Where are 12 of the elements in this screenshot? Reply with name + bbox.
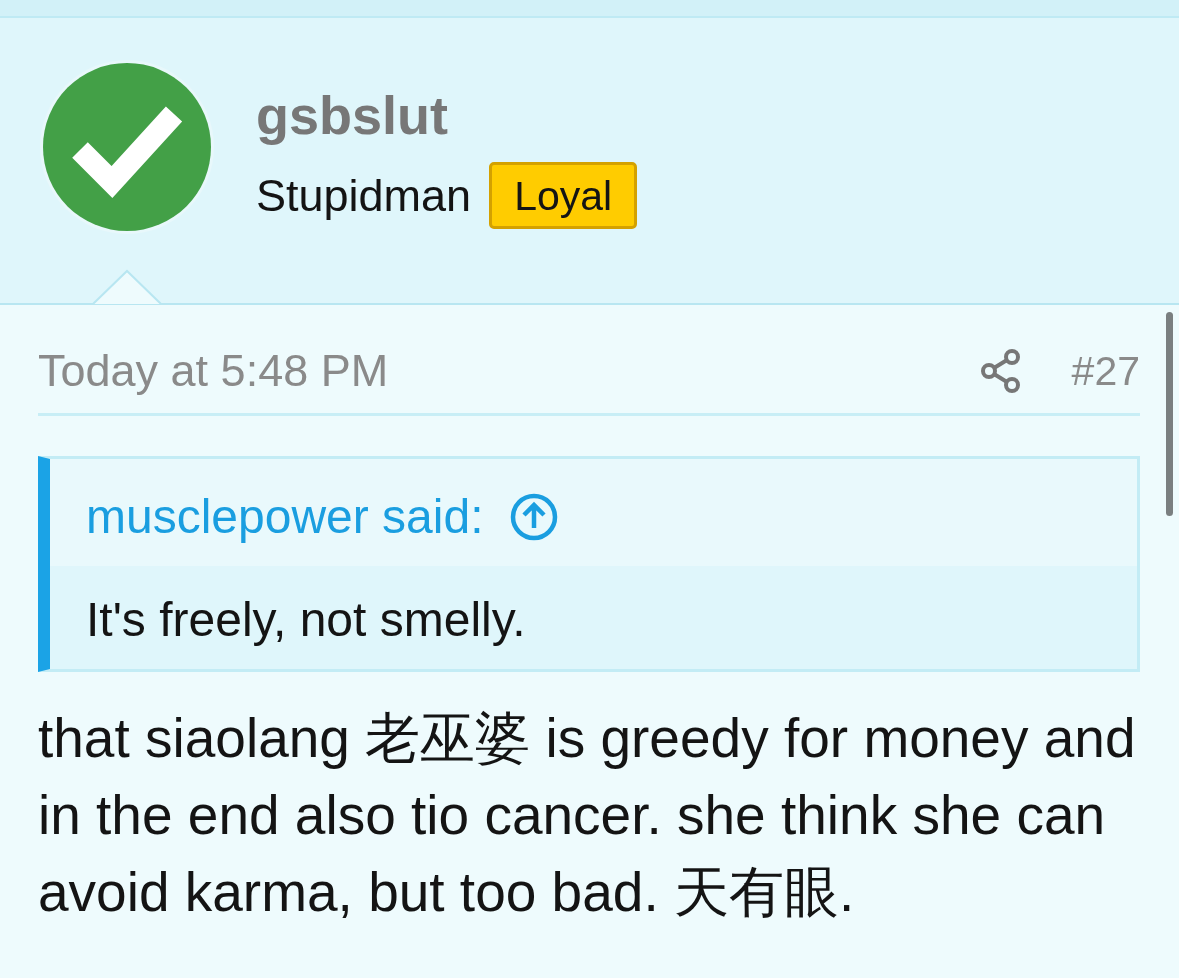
quote-text: It's freely, not smelly.: [85, 592, 527, 648]
share-icon[interactable]: [979, 348, 1022, 394]
user-badge: Loyal: [489, 162, 638, 229]
username[interactable]: gsbslut: [256, 84, 638, 146]
quote-author-link[interactable]: musclepower said:: [86, 489, 484, 544]
post-date[interactable]: Today at 5:48 PM: [38, 345, 980, 397]
user-title: Stupidman: [256, 169, 472, 222]
post-number[interactable]: #27: [1071, 347, 1140, 395]
arrow-up-circle-icon[interactable]: [509, 492, 558, 541]
avatar-check-icon: [38, 58, 216, 236]
scrollbar[interactable]: [1166, 312, 1173, 516]
post-message: that siaolang 老巫婆 is greedy for money and in the end also tio cancer. she think she can avoid karma, but too bad. 天有眼.: [38, 706, 1137, 925]
